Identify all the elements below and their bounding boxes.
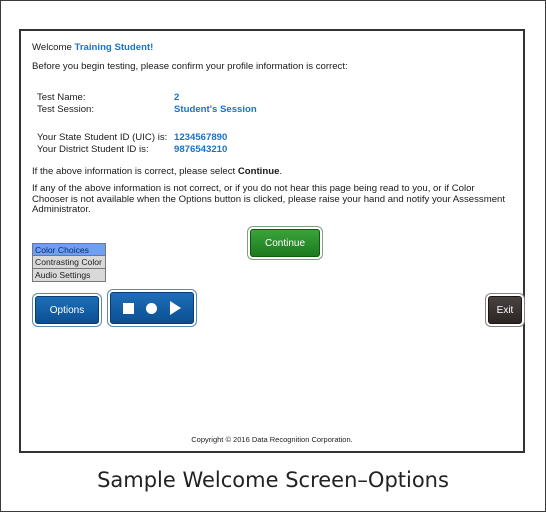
exit-button[interactable]: Exit (488, 296, 522, 324)
circle-icon[interactable] (146, 302, 158, 314)
audio-controls (110, 292, 194, 324)
student-name: Training Student! (74, 42, 154, 53)
figure-caption: Sample Welcome Screen–Options (97, 468, 449, 492)
options-button[interactable]: Options (35, 296, 99, 324)
play-icon[interactable] (169, 301, 181, 315)
district-id-value: 9876543210 (174, 144, 228, 155)
test-session-label: Test Session: (37, 104, 95, 115)
menu-item-audio-settings[interactable]: Audio Settings (32, 269, 106, 282)
state-id-label: Your State Student ID (UIC) is: (37, 132, 168, 143)
test-name-value: 2 (174, 92, 180, 103)
confirm-bold: Continue (237, 166, 280, 177)
copyright: Copyright © 2016 Data Recognition Corpor… (191, 435, 353, 444)
instruction-text: Before you begin testing, please confirm… (32, 61, 348, 72)
incorrect-notice: If any of the above information is not c… (32, 183, 506, 215)
state-id-value: 1234567890 (174, 132, 228, 143)
test-name-label: Test Name: (37, 92, 86, 103)
confirm-suffix: . (279, 166, 283, 177)
confirm-text: If the above information is correct, ple… (32, 166, 282, 177)
welcome-line: Welcome Training Student! (32, 42, 153, 53)
test-session-value: Student's Session (174, 104, 257, 115)
confirm-prefix: If the above information is correct, ple… (32, 166, 238, 177)
welcome-prefix: Welcome (32, 42, 75, 53)
menu-item-color-choices[interactable]: Color Choices (32, 243, 106, 256)
options-menu: Color Choices Contrasting Color Audio Se… (32, 243, 106, 282)
welcome-screen: Welcome Training Student! Before you beg… (19, 29, 525, 453)
menu-item-contrasting-color[interactable]: Contrasting Color (32, 256, 106, 269)
stop-icon[interactable] (123, 302, 135, 314)
continue-button[interactable]: Continue (250, 229, 320, 257)
district-id-label: Your District Student ID is: (37, 144, 149, 155)
